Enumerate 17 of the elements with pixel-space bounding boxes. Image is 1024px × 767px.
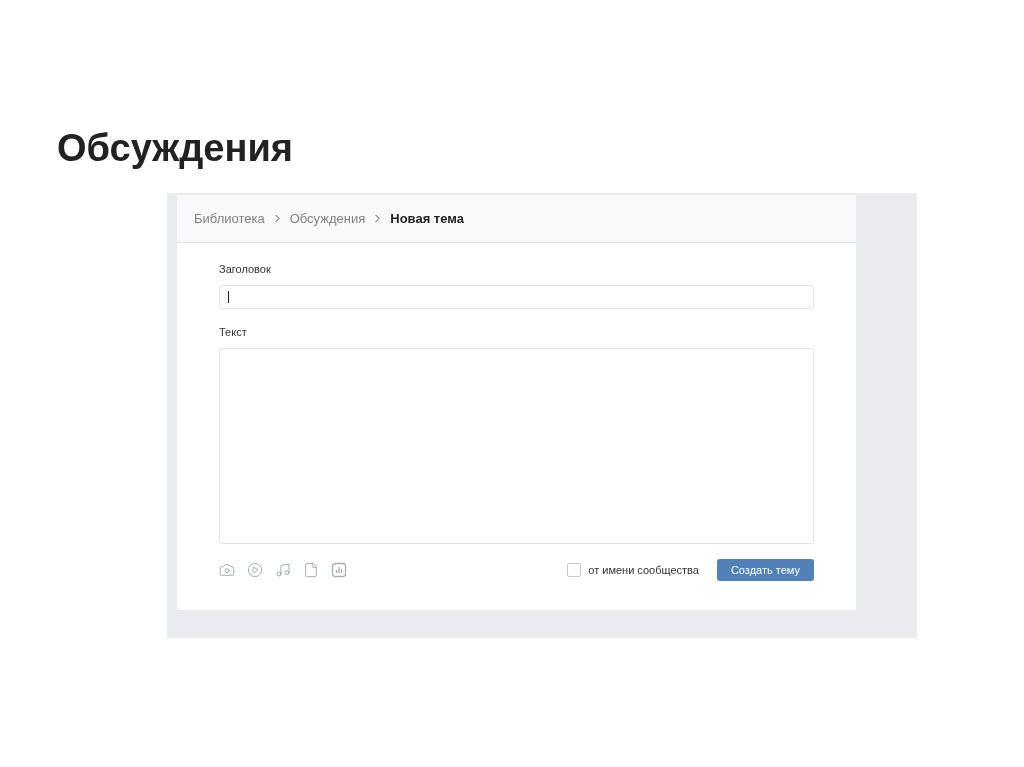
create-topic-button[interactable]: Создать тему: [716, 559, 814, 581]
music-note-icon[interactable]: [275, 562, 291, 578]
slide-title: Обсуждения: [57, 126, 294, 171]
text-area-field[interactable]: [219, 348, 814, 544]
checkbox-label: от имени сообщества: [588, 564, 699, 576]
play-icon[interactable]: [247, 562, 263, 578]
text-cursor: [228, 291, 229, 303]
bar-chart-icon[interactable]: [331, 562, 347, 578]
document-icon[interactable]: [303, 562, 319, 578]
field-label: Текст: [219, 326, 248, 338]
breadcrumb-link[interactable]: Библиотека: [194, 211, 265, 226]
breadcrumb-link[interactable]: Обсуждения: [289, 211, 366, 226]
title-input-field[interactable]: [219, 285, 814, 309]
checkbox[interactable]: [567, 563, 582, 577]
camera-icon[interactable]: [219, 562, 235, 578]
field-label: Заголовок: [219, 263, 272, 275]
breadcrumb-link[interactable]: Новая тема: [390, 211, 464, 226]
